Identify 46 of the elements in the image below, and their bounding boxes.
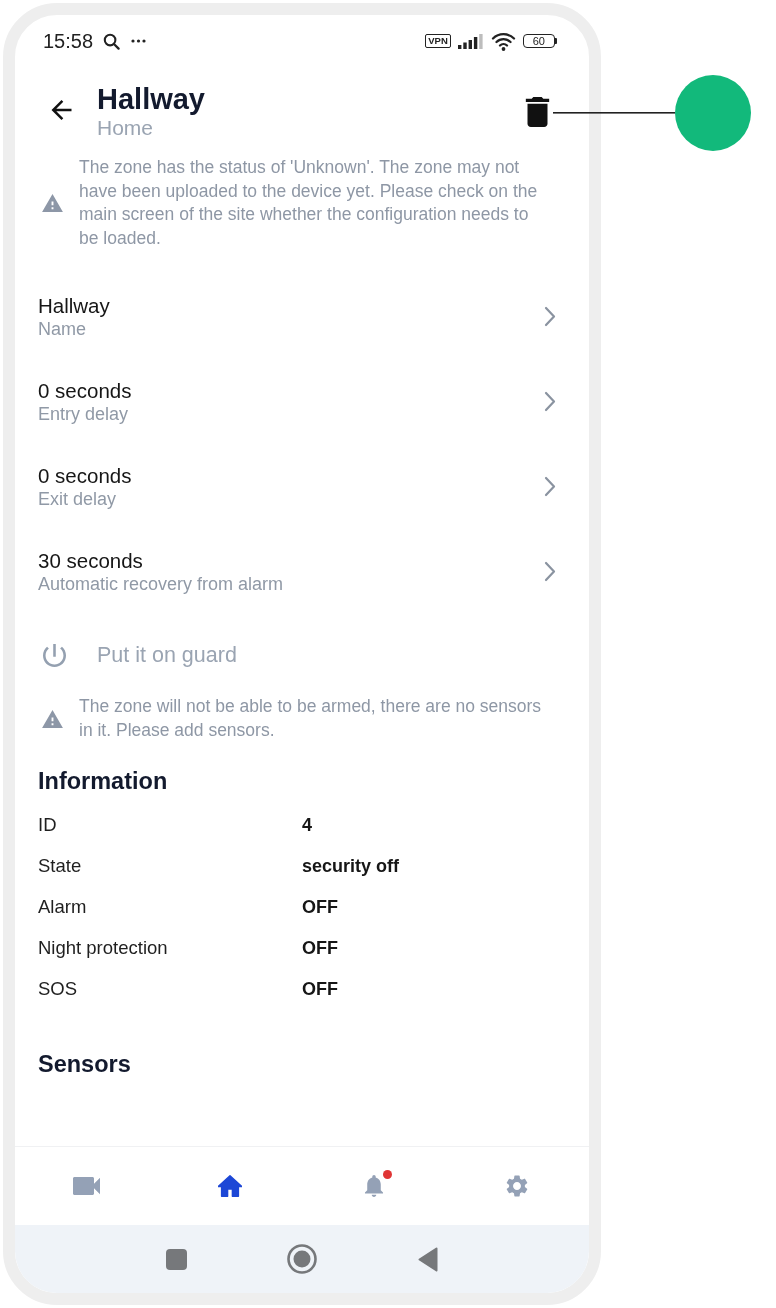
- info-value: OFF: [302, 937, 338, 959]
- chevron-right-icon[interactable]: [544, 561, 556, 583]
- video-camera-icon: [73, 1177, 101, 1195]
- setting-label: Entry delay: [38, 402, 129, 425]
- square-nav-icon[interactable]: [165, 1248, 187, 1270]
- section-heading: Information: [38, 766, 168, 795]
- setting-value: 30 seconds: [38, 548, 143, 573]
- signal-icon: [457, 33, 484, 49]
- setting-value: 0 seconds: [38, 463, 132, 488]
- page-subtitle: Home: [97, 115, 154, 141]
- setting-value: 0 seconds: [38, 378, 132, 403]
- search-icon: [103, 32, 121, 50]
- info-value: OFF: [302, 978, 338, 1000]
- more-icon: [131, 39, 147, 43]
- vpn-badge: VPN: [425, 34, 451, 48]
- info-label: Alarm: [38, 896, 88, 919]
- warning-icon: [42, 194, 63, 213]
- home-icon: [218, 1175, 243, 1197]
- chevron-right-icon[interactable]: [544, 391, 556, 413]
- status-time: 15:58: [43, 29, 94, 53]
- page-title: Hallway: [97, 83, 205, 115]
- battery-indicator: 60: [522, 34, 557, 48]
- info-label: SOS: [38, 978, 79, 1001]
- info-label: State: [38, 855, 83, 878]
- info-value: security off: [302, 855, 400, 877]
- info-label: Night protection: [38, 937, 169, 960]
- setting-value: Hallway: [38, 293, 110, 318]
- status-warning-text: The zone has the status of 'Unknown'. The zone may not have been uploaded to the device yet. Please check on the main screen of the site whether the configuration needs to be loaded.: [79, 156, 539, 250]
- warning-icon: [42, 709, 63, 728]
- back-arrow-icon[interactable]: [50, 100, 73, 120]
- info-value: OFF: [302, 896, 338, 918]
- triangle-back-icon[interactable]: [418, 1246, 438, 1272]
- info-label: ID: [38, 814, 58, 837]
- setting-label: Name: [38, 317, 86, 340]
- arming-warning-text: The zone will not be able to be armed, there are no sensors in it. Please add sensors.: [79, 695, 543, 742]
- wifi-icon: [490, 31, 516, 51]
- circle-nav-icon[interactable]: [287, 1244, 317, 1274]
- section-heading: Sensors: [38, 1049, 131, 1078]
- info-value: 4: [302, 814, 312, 836]
- chevron-right-icon[interactable]: [544, 306, 556, 328]
- settings-icon: [505, 1175, 530, 1197]
- trash-icon[interactable]: [525, 97, 550, 127]
- setting-label: Exit delay: [38, 487, 117, 510]
- setting-label: Automatic recovery from alarm: [38, 572, 284, 595]
- power-icon: [43, 643, 66, 667]
- chevron-right-icon[interactable]: [544, 476, 556, 498]
